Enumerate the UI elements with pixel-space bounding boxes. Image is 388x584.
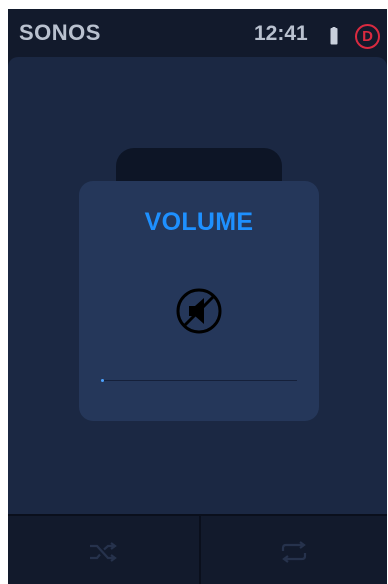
profile-badge-icon[interactable]: D bbox=[355, 24, 380, 49]
shuffle-button[interactable] bbox=[8, 516, 201, 584]
volume-title: VOLUME bbox=[144, 208, 254, 236]
playback-controls-bar bbox=[8, 514, 387, 584]
clock-time: 12:41 bbox=[254, 22, 308, 45]
status-bar: SONOS 12:41 D bbox=[8, 9, 387, 57]
repeat-icon bbox=[281, 541, 307, 563]
battery-icon bbox=[330, 27, 338, 45]
shuffle-icon bbox=[90, 542, 117, 562]
volume-dialog: VOLUME bbox=[79, 181, 319, 421]
volume-slider-track bbox=[101, 380, 297, 381]
speaker-muted-icon[interactable] bbox=[174, 286, 224, 336]
brand-title: SONOS bbox=[19, 20, 101, 45]
repeat-button[interactable] bbox=[201, 516, 387, 584]
volume-slider[interactable] bbox=[101, 378, 297, 384]
device-frame: SONOS 12:41 D VOLUME bbox=[0, 0, 388, 584]
screen: SONOS 12:41 D VOLUME bbox=[8, 9, 387, 584]
volume-slider-knob[interactable] bbox=[101, 379, 104, 382]
